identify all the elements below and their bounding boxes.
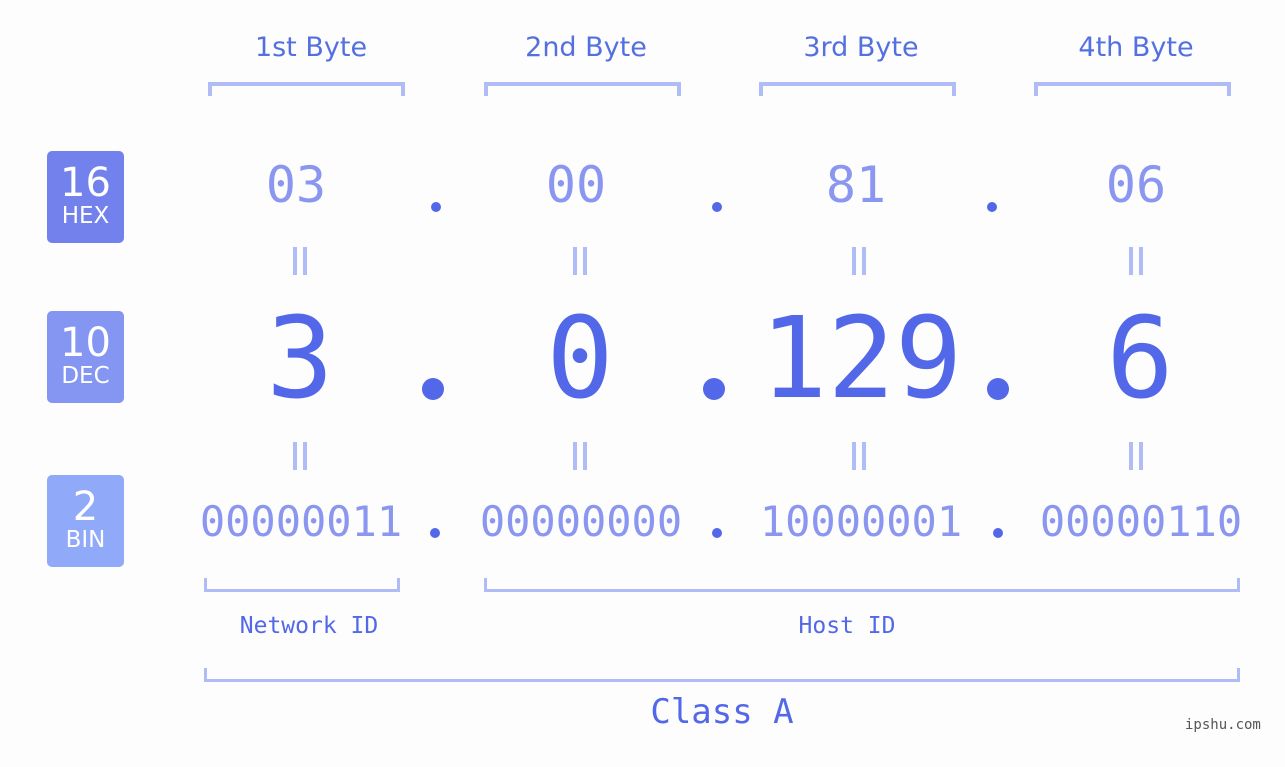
dec-byte-1: 3 [266, 294, 334, 424]
host-id-label: Host ID [798, 613, 896, 639]
bin-dot-1 [430, 528, 440, 538]
class-bracket [204, 668, 1240, 682]
byte-bracket-2 [484, 82, 681, 96]
equals-icon [852, 247, 866, 275]
equals-icon [573, 247, 587, 275]
host-id-bracket [484, 578, 1240, 592]
bin-badge-label: BIN [65, 527, 106, 553]
hex-dot-1 [431, 202, 441, 212]
bin-badge: 2 BIN [47, 475, 124, 567]
hex-byte-1: 03 [265, 156, 327, 214]
byte-bracket-3 [759, 82, 956, 96]
dec-byte-3: 129 [760, 294, 963, 424]
equals-icon [573, 442, 587, 470]
dec-badge-label: DEC [61, 363, 110, 389]
equals-icon [1129, 247, 1143, 275]
dec-badge-base: 10 [60, 320, 111, 366]
byte-title-2: 2nd Byte [525, 32, 647, 63]
hex-byte-2: 00 [545, 156, 607, 214]
network-id-bracket [204, 578, 400, 592]
dec-byte-2: 0 [546, 294, 614, 424]
bin-dot-2 [712, 528, 722, 538]
bin-byte-4: 00000110 [1039, 497, 1243, 546]
hex-dot-3 [987, 202, 997, 212]
byte-title-4: 4th Byte [1078, 32, 1194, 63]
equals-icon [293, 442, 307, 470]
bin-byte-3: 10000001 [759, 497, 963, 546]
network-id-label: Network ID [239, 613, 379, 639]
equals-icon [852, 442, 866, 470]
watermark: ipshu.com [1185, 717, 1261, 733]
class-label: Class A [650, 692, 794, 732]
dec-dot-3 [987, 378, 1009, 400]
byte-bracket-4 [1034, 82, 1231, 96]
byte-title-1: 1st Byte [254, 32, 368, 63]
equals-icon [1129, 442, 1143, 470]
bin-byte-1: 00000011 [199, 497, 403, 546]
byte-bracket-1 [208, 82, 405, 96]
dec-dot-2 [703, 378, 725, 400]
hex-byte-3: 81 [825, 156, 887, 214]
dec-byte-4: 6 [1106, 294, 1174, 424]
equals-icon [293, 247, 307, 275]
hex-badge-base: 16 [60, 160, 111, 206]
dec-badge: 10 DEC [47, 311, 124, 403]
bin-badge-base: 2 [72, 484, 99, 530]
hex-byte-4: 06 [1105, 156, 1167, 214]
hex-badge-label: HEX [61, 203, 110, 229]
hex-badge: 16 HEX [47, 151, 124, 243]
bin-dot-3 [993, 528, 1003, 538]
dec-dot-1 [422, 378, 444, 400]
byte-title-3: 3rd Byte [803, 32, 919, 63]
hex-dot-2 [712, 202, 722, 212]
bin-byte-2: 00000000 [479, 497, 683, 546]
